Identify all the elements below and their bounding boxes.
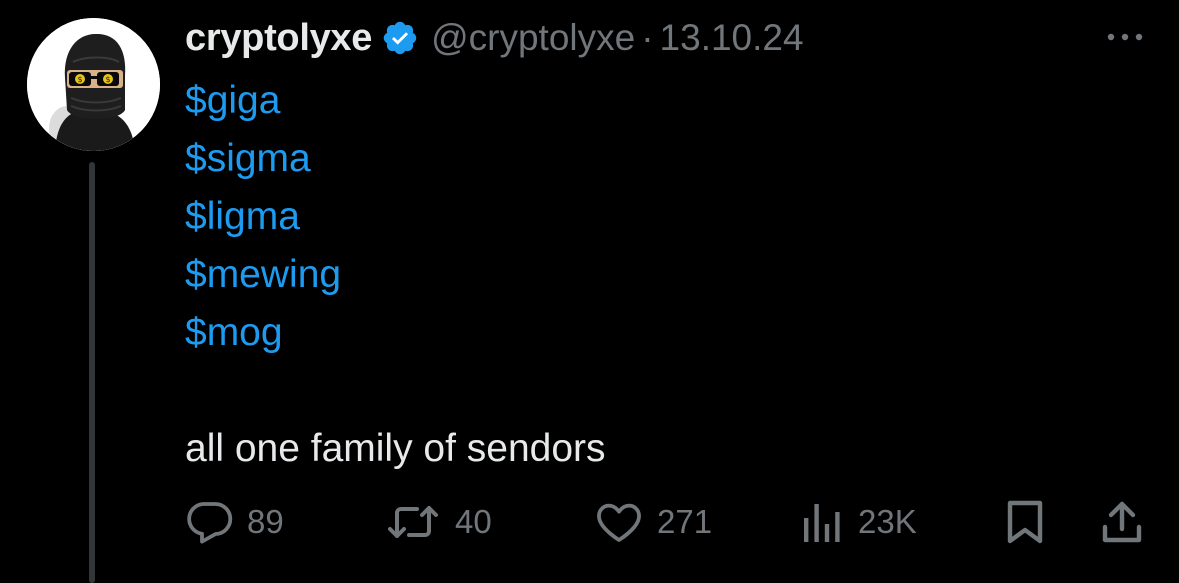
- svg-text:$: $: [77, 75, 82, 84]
- tweet-header: cryptolyxe @cryptolyxe · 13.10.24: [185, 12, 804, 64]
- heart-icon: [597, 503, 641, 542]
- reply-icon: [187, 502, 233, 544]
- share-icon: [1102, 501, 1142, 543]
- more-options-icon[interactable]: [1100, 22, 1150, 52]
- tweet: $ $ cryptolyxe @cryptolyxe · 13.10.24 $g…: [0, 0, 1179, 583]
- tweet-text: all one family of sendors: [185, 427, 606, 470]
- cashtag-link[interactable]: $mewing: [185, 246, 606, 304]
- cashtag-link[interactable]: $mog: [185, 304, 606, 362]
- repost-count: 40: [455, 503, 492, 540]
- like-button[interactable]: 271: [595, 497, 712, 547]
- svg-text:$: $: [105, 75, 110, 84]
- bookmark-button[interactable]: [1005, 497, 1045, 547]
- views-button[interactable]: 23K: [800, 497, 917, 547]
- bookmark-icon: [1007, 500, 1043, 544]
- cashtag-link[interactable]: $sigma: [185, 130, 606, 188]
- views-chart-icon: [804, 504, 840, 542]
- masked-person-avatar-icon: $ $: [27, 18, 160, 151]
- share-button[interactable]: [1100, 497, 1144, 547]
- tweet-body: $giga $sigma $ligma $mewing $mog all one…: [185, 72, 606, 478]
- reply-count: 89: [247, 503, 284, 540]
- tweet-date[interactable]: 13.10.24: [660, 17, 804, 59]
- reply-button[interactable]: 89: [185, 497, 284, 547]
- verified-badge-icon: [381, 19, 419, 57]
- separator-dot: ·: [641, 17, 654, 58]
- cashtag-link[interactable]: $ligma: [185, 188, 606, 246]
- handle[interactable]: @cryptolyxe: [431, 17, 635, 59]
- thread-line: [89, 162, 95, 583]
- avatar[interactable]: $ $: [27, 18, 160, 151]
- cashtag-link[interactable]: $giga: [185, 72, 606, 130]
- repost-button[interactable]: 40: [385, 497, 492, 547]
- display-name[interactable]: cryptolyxe: [185, 17, 372, 60]
- like-count: 271: [657, 503, 713, 540]
- action-bar: 89 40 271 23K: [185, 497, 1155, 547]
- repost-icon: [388, 506, 438, 538]
- views-count: 23K: [858, 503, 917, 540]
